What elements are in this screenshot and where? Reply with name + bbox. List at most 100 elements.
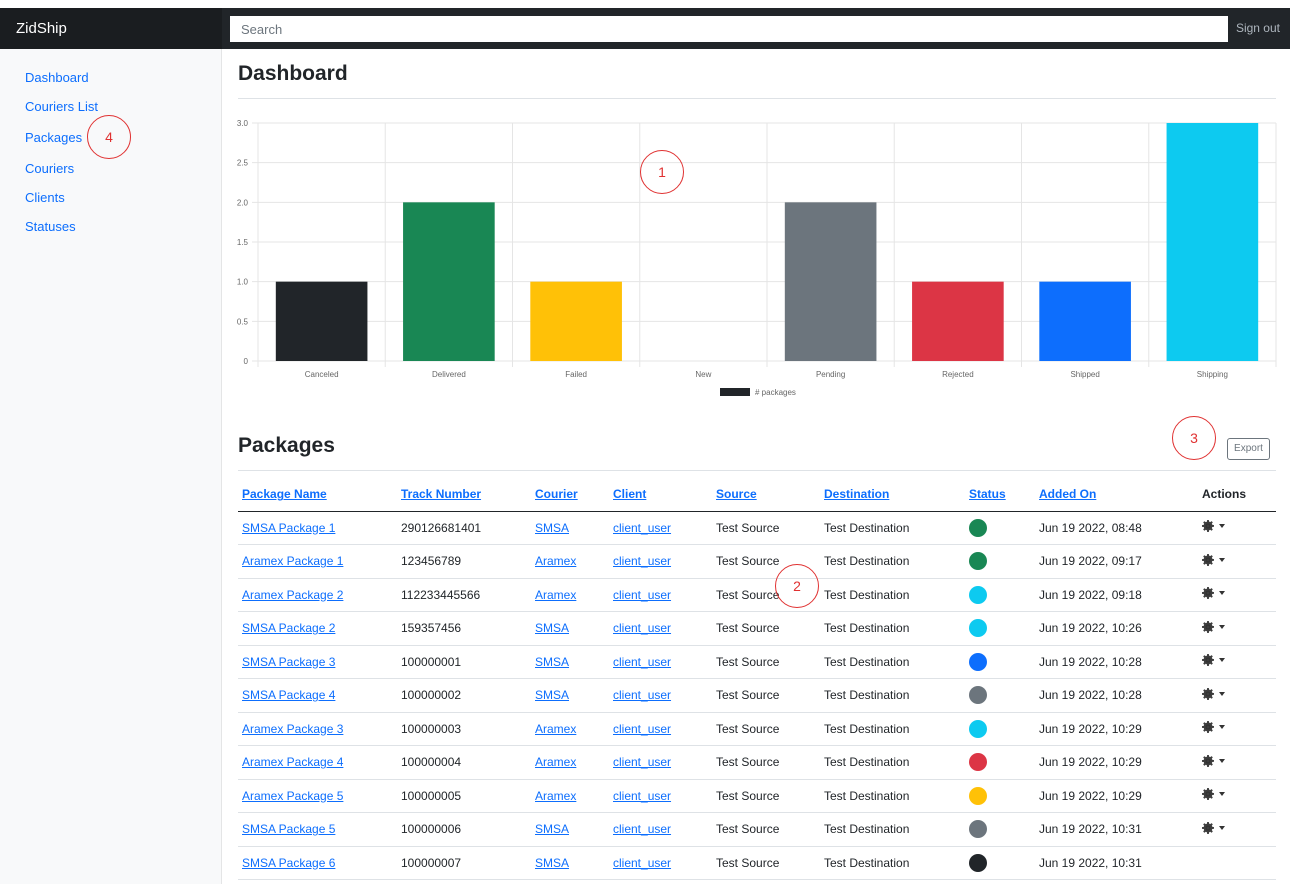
actions-dropdown-button[interactable] xyxy=(1202,687,1225,700)
sidebar-item-couriers[interactable]: Couriers xyxy=(25,161,74,176)
sidebar-item-couriers-list[interactable]: Couriers List xyxy=(25,99,98,114)
package-name-link[interactable]: SMSA Package 3 xyxy=(238,645,397,679)
courier-link[interactable]: Aramex xyxy=(531,779,609,813)
caret-down-icon xyxy=(1219,524,1225,529)
search-input[interactable] xyxy=(230,16,1228,42)
actions-dropdown-button[interactable] xyxy=(1202,553,1225,566)
package-name-link[interactable]: Aramex Package 3 xyxy=(238,712,397,746)
actions-cell xyxy=(1198,645,1276,679)
packages-table-body: SMSA Package 1 290126681401 SMSA client_use… xyxy=(238,511,1276,880)
package-name-link[interactable]: SMSA Package 5 xyxy=(238,812,397,847)
actions-dropdown-button[interactable] xyxy=(1202,620,1225,633)
destination-cell: Test Destination xyxy=(820,712,965,746)
actions-dropdown-button[interactable] xyxy=(1202,788,1225,801)
client-link[interactable]: client_user xyxy=(609,779,712,813)
client-link[interactable]: client_user xyxy=(609,645,712,679)
export-button[interactable]: Export xyxy=(1227,438,1270,460)
package-name-link[interactable]: Aramex Package 1 xyxy=(238,544,397,579)
courier-link[interactable]: SMSA xyxy=(531,846,609,880)
sidebar-item-dashboard[interactable]: Dashboard xyxy=(25,70,89,85)
actions-dropdown-button[interactable] xyxy=(1202,587,1225,600)
added-on-cell: Jun 19 2022, 10:31 xyxy=(1035,846,1198,880)
actions-cell xyxy=(1198,779,1276,813)
client-link[interactable]: client_user xyxy=(609,544,712,579)
x-tick-label: Shipping xyxy=(1197,370,1228,379)
client-link[interactable]: client_user xyxy=(609,712,712,746)
source-cell: Test Source xyxy=(712,678,820,713)
caret-down-icon xyxy=(1219,725,1225,730)
column-header-status[interactable]: Status xyxy=(965,478,1035,512)
sidebar-item-statuses[interactable]: Statuses xyxy=(25,219,76,234)
column-header-package-name[interactable]: Package Name xyxy=(238,478,397,512)
caret-down-icon xyxy=(1219,591,1225,596)
client-link[interactable]: client_user xyxy=(609,511,712,545)
status-cell xyxy=(965,611,1035,646)
sidebar-item-packages[interactable]: Packages xyxy=(25,130,82,145)
package-name-link[interactable]: Aramex Package 5 xyxy=(238,779,397,813)
courier-link[interactable]: Aramex xyxy=(531,544,609,579)
package-name-link[interactable]: SMSA Package 6 xyxy=(238,846,397,880)
source-cell: Test Source xyxy=(712,812,820,847)
client-link[interactable]: client_user xyxy=(609,846,712,880)
package-name-link[interactable]: Aramex Package 2 xyxy=(238,578,397,612)
table-row: Aramex Package 1 123456789 Aramex client_us… xyxy=(238,544,1276,579)
bar-canceled xyxy=(275,281,368,361)
x-tick-label: New xyxy=(695,370,711,379)
courier-link[interactable]: SMSA xyxy=(531,511,609,545)
sidebar-item-clients[interactable]: Clients xyxy=(25,190,65,205)
track-number: 100000001 xyxy=(397,645,531,679)
actions-dropdown-button[interactable] xyxy=(1202,721,1225,734)
column-header-courier[interactable]: Courier xyxy=(531,478,609,512)
package-name-link[interactable]: SMSA Package 1 xyxy=(238,511,397,545)
column-header-track-number[interactable]: Track Number xyxy=(397,478,531,512)
client-link[interactable]: client_user xyxy=(609,578,712,612)
packages-status-chart: 0 0.5 1.0 1.5 2.0 2.5 3.0 Canceled Delivered Fail… xyxy=(237,119,1277,397)
brand-logo[interactable]: ZidShip xyxy=(0,8,222,49)
courier-link[interactable]: SMSA xyxy=(531,611,609,646)
client-link[interactable]: client_user xyxy=(609,611,712,646)
source-cell: Test Source xyxy=(712,712,820,746)
courier-link[interactable]: Aramex xyxy=(531,578,609,612)
source-cell: Test Source xyxy=(712,846,820,880)
client-link[interactable]: client_user xyxy=(609,745,712,780)
gear-icon xyxy=(1202,654,1214,667)
actions-dropdown-button[interactable] xyxy=(1202,654,1225,667)
track-number: 100000007 xyxy=(397,846,531,880)
courier-link[interactable]: Aramex xyxy=(531,712,609,746)
status-dot xyxy=(969,518,987,537)
status-dot xyxy=(969,585,987,604)
column-header-added-on[interactable]: Added On xyxy=(1035,478,1198,512)
track-number: 100000004 xyxy=(397,745,531,780)
column-header-destination[interactable]: Destination xyxy=(820,478,965,512)
sign-out-link[interactable]: Sign out xyxy=(1236,8,1280,49)
destination-cell: Test Destination xyxy=(820,846,965,880)
courier-link[interactable]: SMSA xyxy=(531,812,609,847)
x-tick-label: Shipped xyxy=(1070,370,1099,379)
added-on-cell: Jun 19 2022, 10:28 xyxy=(1035,678,1198,713)
package-name-link[interactable]: Aramex Package 4 xyxy=(238,745,397,780)
table-row: Aramex Package 5 100000005 Aramex client_us… xyxy=(238,779,1276,813)
package-name-link[interactable]: SMSA Package 2 xyxy=(238,611,397,646)
package-name-link[interactable]: SMSA Package 4 xyxy=(238,678,397,713)
added-on-cell: Jun 19 2022, 09:17 xyxy=(1035,544,1198,579)
courier-link[interactable]: SMSA xyxy=(531,678,609,713)
track-number: 112233445566 xyxy=(397,578,531,612)
source-cell: Test Source xyxy=(712,511,820,545)
actions-dropdown-button[interactable] xyxy=(1202,754,1225,767)
actions-dropdown-button[interactable] xyxy=(1202,821,1225,834)
page-title: Dashboard xyxy=(238,62,348,85)
annotation-marker-4: 4 xyxy=(87,115,131,159)
client-link[interactable]: client_user xyxy=(609,812,712,847)
column-header-client[interactable]: Client xyxy=(609,478,712,512)
actions-dropdown-button[interactable] xyxy=(1202,520,1225,533)
packages-table: Package Name Track Number Courier Client… xyxy=(238,478,1276,880)
destination-cell: Test Destination xyxy=(820,645,965,679)
courier-link[interactable]: Aramex xyxy=(531,745,609,780)
column-header-source[interactable]: Source xyxy=(712,478,820,512)
y-tick-label: 1.5 xyxy=(237,238,249,247)
status-cell xyxy=(965,812,1035,847)
courier-link[interactable]: SMSA xyxy=(531,645,609,679)
bar-shipping xyxy=(1166,123,1259,361)
top-navbar: ZidShip Sign out xyxy=(0,8,1290,49)
client-link[interactable]: client_user xyxy=(609,678,712,713)
